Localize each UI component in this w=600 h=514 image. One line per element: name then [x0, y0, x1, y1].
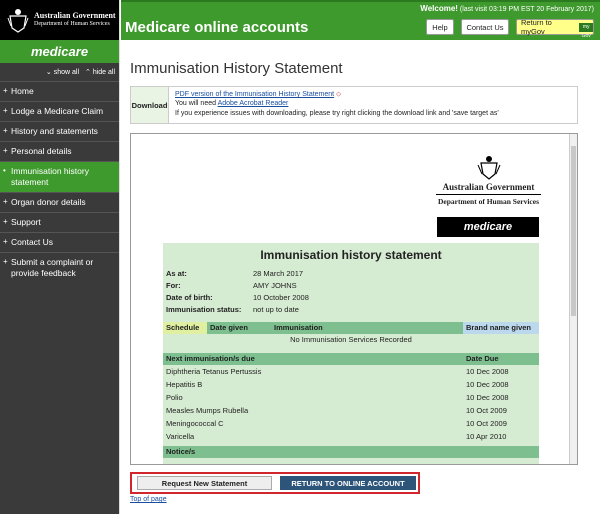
scrollbar-thumb[interactable]: [571, 146, 576, 316]
show-all-toggle[interactable]: ⌄ show all: [46, 68, 79, 76]
due-row: Varicella 10 Apr 2010: [166, 432, 507, 441]
col-date-due: Date Due: [466, 354, 499, 363]
hide-all-toggle[interactable]: ⌃ hide all: [85, 68, 115, 76]
col-brand: Brand name given: [463, 322, 539, 334]
download-help-text: If you experience issues with downloadin…: [175, 109, 499, 117]
col-schedule: Schedule: [163, 322, 207, 334]
government-header: Australian Government Department of Huma…: [0, 0, 119, 40]
sidebar: Australian Government Department of Huma…: [0, 0, 120, 514]
coat-of-arms-icon: [6, 6, 30, 34]
plus-icon: +: [3, 86, 8, 95]
sidebar-item-lodge-claim[interactable]: + Lodge a Medicare Claim: [0, 101, 119, 121]
pdf-download-link[interactable]: PDF version of the Immunisation History …: [175, 91, 334, 98]
statement-medicare-logo: medicare: [437, 217, 539, 237]
site-title: Medicare online accounts: [125, 19, 309, 36]
action-highlight-box: Request New Statement RETURN TO ONLINE A…: [130, 472, 420, 494]
reader-note: You will need: [175, 100, 218, 108]
statement-title: Immunisation history statement: [260, 248, 442, 262]
plus-icon: +: [3, 217, 8, 227]
welcome-text: Welcome! (last visit 03:19 PM EST 20 Feb…: [420, 4, 594, 13]
contact-us-button[interactable]: Contact Us: [461, 19, 509, 35]
sidebar-item-contact[interactable]: + Contact Us: [0, 232, 119, 252]
scrollbar[interactable]: [569, 134, 577, 464]
coat-of-arms-icon: [475, 154, 503, 182]
sidebar-item-personal-details[interactable]: + Personal details: [0, 141, 119, 161]
dhs-dept-name: Department of Human Services: [437, 197, 540, 206]
due-row: Hepatitis B 10 Dec 2008: [166, 380, 509, 389]
download-label: Download: [131, 87, 169, 123]
top-of-page-link[interactable]: Top of page: [130, 496, 167, 503]
plus-icon: +: [3, 126, 8, 136]
due-table-header: Next immunisation/s due Date Due: [163, 353, 539, 365]
request-new-statement-button[interactable]: Request New Statement: [137, 476, 272, 490]
notices-label: Notice/s: [166, 447, 196, 456]
main-content: Immunisation History Statement Download …: [121, 40, 600, 514]
due-row: Measles Mumps Rubella 10 Oct 2009: [166, 406, 507, 415]
notices-header: Notice/s: [163, 446, 539, 458]
sidebar-item-support[interactable]: + Support: [0, 212, 119, 232]
sidebar-item-organ-donor[interactable]: + Organ donor details: [0, 192, 119, 212]
adobe-reader-link[interactable]: Adobe Acrobat Reader: [218, 100, 289, 107]
medicare-logo[interactable]: medicare: [0, 40, 119, 63]
plus-icon: +: [3, 106, 8, 116]
return-to-mygov-button[interactable]: Return to myGov my Gov: [516, 18, 594, 39]
page-title: Immunisation History Statement: [130, 60, 343, 77]
sidebar-item-home[interactable]: + Home: [0, 81, 119, 101]
due-row: Meningococcal C 10 Oct 2009: [166, 419, 507, 428]
plus-icon: +: [3, 197, 8, 207]
col-next-due: Next immunisation/s due: [166, 354, 255, 363]
statement-viewer[interactable]: Australian Government Department of Huma…: [130, 133, 578, 465]
col-date-given: Date given: [207, 322, 271, 334]
gov-name: Australian Government: [34, 11, 116, 21]
history-table-header: Schedule Date given Immunisation Brand n…: [163, 322, 539, 334]
plus-icon: +: [3, 237, 8, 247]
top-header: Welcome! (last visit 03:19 PM EST 20 Feb…: [121, 0, 600, 40]
help-button[interactable]: Help: [426, 19, 454, 35]
dhs-logo: Australian Government Department of Huma…: [436, 154, 541, 206]
sidebar-item-complaint[interactable]: + Submit a complaint or provide feedback: [0, 252, 119, 283]
pdf-icon: ⬦: [336, 91, 341, 98]
due-row: Polio 10 Dec 2008: [166, 393, 509, 402]
mygov-logo-icon: my Gov: [579, 22, 593, 39]
statement-card: Immunisation history statement As at: 28 …: [163, 243, 539, 464]
chevron-down-icon: ⌄: [45, 69, 54, 76]
plus-icon: +: [3, 257, 8, 267]
sidebar-item-history[interactable]: + History and statements: [0, 121, 119, 141]
return-to-online-account-button[interactable]: RETURN TO ONLINE ACCOUNT: [280, 476, 416, 490]
dept-name: Department of Human Services: [34, 21, 110, 28]
plus-icon: +: [3, 146, 8, 156]
chevron-up-icon: ⌃: [85, 69, 93, 76]
download-panel: Download PDF version of the Immunisation…: [130, 86, 578, 124]
dhs-gov-name: Australian Government: [436, 182, 541, 195]
col-immunisation: Immunisation: [271, 322, 463, 334]
dot-icon: •: [3, 166, 6, 176]
sidebar-item-immunisation[interactable]: • Immunisation history statement: [0, 161, 119, 193]
no-records-text: No Immunisation Services Recorded: [290, 335, 412, 344]
side-nav: ⌄ show all ⌃ hide all + Home + Lodge a Med…: [0, 63, 119, 514]
due-row: Diphtheria Tetanus Pertussis 10 Dec 2008: [166, 367, 509, 376]
